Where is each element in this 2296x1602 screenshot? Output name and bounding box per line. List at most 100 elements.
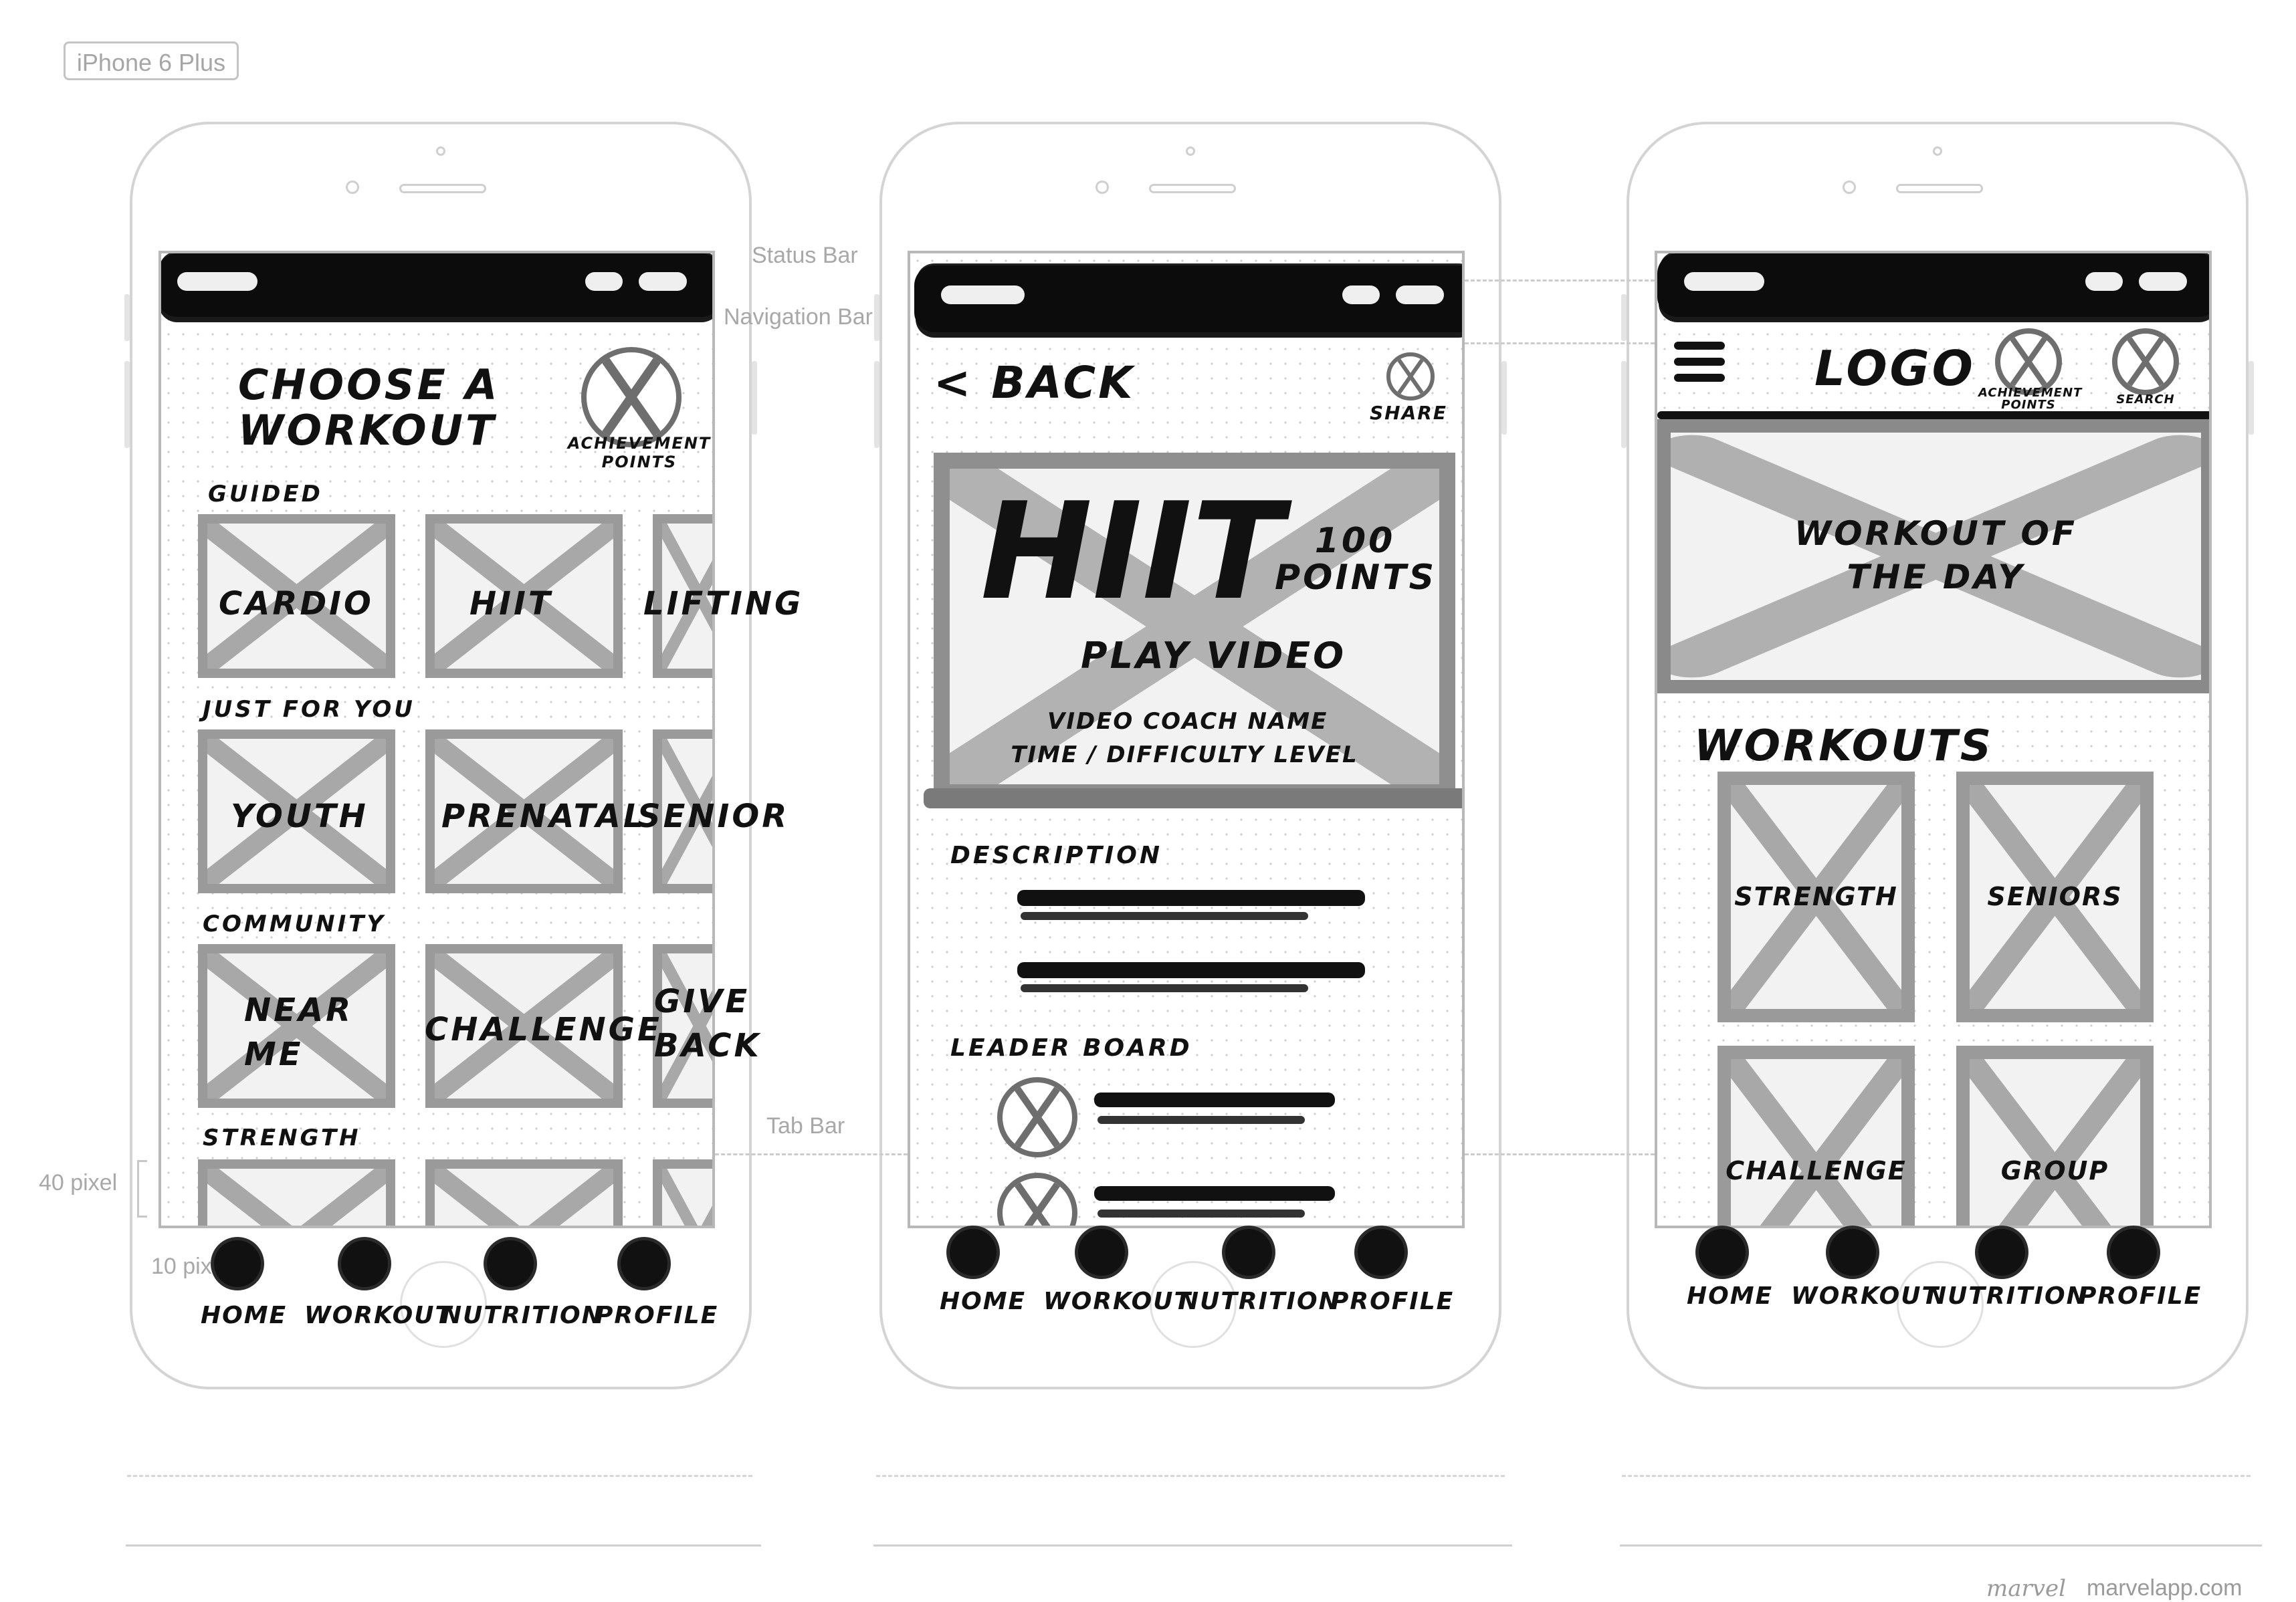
speaker <box>1149 184 1236 193</box>
tab-home[interactable]: HOME <box>201 1302 287 1329</box>
speaker <box>1896 184 1983 193</box>
navigation-bar-guide-label: Navigation Bar <box>724 304 873 330</box>
workout-tab-icon[interactable] <box>341 1240 388 1287</box>
tile-label-near-me: NEAR ME <box>244 992 354 1073</box>
leader-score-line <box>1098 1116 1305 1124</box>
profile-tab-icon[interactable] <box>1358 1229 1404 1276</box>
volume-button <box>874 361 879 448</box>
nutrition-tab-icon[interactable] <box>1978 1229 2025 1276</box>
workout-of-the-day-banner[interactable] <box>1657 419 2209 693</box>
profile-tab-icon[interactable] <box>2110 1229 2157 1276</box>
marvel-brand: marvel <box>1986 1575 2066 1602</box>
search-icon[interactable] <box>2112 328 2179 395</box>
tab-workout[interactable]: WORKOUT <box>1791 1282 1940 1310</box>
tab-bar-guide-label: Tab Bar <box>766 1113 845 1139</box>
tile-label-give-back: GIVE BACK <box>654 983 762 1064</box>
front-camera <box>346 181 359 194</box>
workout-tab-icon[interactable] <box>1829 1229 1876 1276</box>
tab-home[interactable]: HOME <box>1687 1282 1773 1310</box>
volume-button <box>874 294 879 341</box>
pixel-10-guide-label: 10 pix <box>151 1254 212 1279</box>
tab-nutrition[interactable]: NUTRITION <box>441 1302 603 1329</box>
guide-line <box>1465 1153 1655 1155</box>
workout-tile[interactable] <box>653 1159 712 1226</box>
achievement-label-line2: POINTS <box>2001 398 2056 412</box>
volume-button <box>124 294 130 341</box>
guide-line <box>1465 279 1655 281</box>
tile-label-challenge: CHALLENGE <box>425 1011 662 1048</box>
status-bar-guide-label: Status Bar <box>752 243 858 268</box>
tile-label-cardio: CARDIO <box>219 585 374 622</box>
volume-button <box>1621 361 1627 448</box>
share-icon[interactable] <box>1386 352 1435 400</box>
tab-profile[interactable]: PROFILE <box>595 1302 718 1329</box>
achievement-points-icon[interactable] <box>581 347 682 447</box>
volume-button <box>124 361 130 448</box>
description-text-line <box>1017 962 1365 978</box>
status-navigation-bar <box>1657 253 2209 317</box>
battery-indicator <box>639 272 687 291</box>
video-progress-bar[interactable] <box>924 788 1462 808</box>
leader-avatar <box>997 1077 1077 1157</box>
signal-indicator <box>941 285 1025 304</box>
tile-label-senior: SENIOR <box>637 798 790 835</box>
header-divider <box>1657 411 2209 419</box>
achievement-points-icon[interactable] <box>1995 328 2062 395</box>
app-logo: LOGO <box>1814 340 1976 396</box>
power-button <box>1501 361 1507 435</box>
back-button[interactable]: < BACK <box>934 357 1135 409</box>
volume-button <box>1621 294 1627 341</box>
video-coach-name: VIDEO COACH NAME <box>1047 708 1328 735</box>
device-label: iPhone 6 Plus <box>64 41 239 80</box>
nutrition-tab-icon[interactable] <box>1225 1229 1272 1276</box>
tile-label-seniors: SENIORS <box>1987 882 2123 911</box>
tab-workout[interactable]: WORKOUT <box>1043 1288 1192 1315</box>
workout-tile[interactable] <box>1956 1046 2154 1226</box>
tile-label-group: GROUP <box>2000 1156 2109 1185</box>
menu-icon[interactable] <box>1674 342 1725 384</box>
tile-label-youth: YOUTH <box>231 798 369 835</box>
search-label: SEARCH <box>2116 392 2175 407</box>
leaderboard-heading: LEADER BOARD <box>950 1034 1192 1062</box>
tab-profile[interactable]: PROFILE <box>1331 1288 1454 1315</box>
bottom-rule <box>873 1544 1512 1547</box>
workout-tile[interactable] <box>1717 1046 1915 1226</box>
front-camera <box>1843 181 1856 194</box>
tile-label-lifting: LIFTING <box>643 585 804 622</box>
section-heading: STRENGTH <box>203 1125 361 1151</box>
home-tab-icon[interactable] <box>214 1240 261 1287</box>
section-heading: COMMUNITY <box>203 911 387 937</box>
screen-home: LOGO ACHIEVEMENT POINTS SEARCH WORKOUT O… <box>1655 251 2212 1228</box>
description-text-line <box>1021 912 1308 920</box>
pixel-bracket <box>137 1160 147 1218</box>
tab-nutrition[interactable]: NUTRITION <box>1926 1282 2088 1310</box>
tab-nutrition[interactable]: NUTRITION <box>1178 1288 1340 1315</box>
workout-tile[interactable] <box>198 1159 395 1226</box>
tab-workout[interactable]: WORKOUT <box>304 1302 453 1329</box>
battery-indicator <box>2139 272 2187 291</box>
leader-name-line <box>1094 1186 1335 1201</box>
power-button <box>752 361 757 435</box>
tab-home[interactable]: HOME <box>940 1288 1026 1315</box>
nutrition-tab-icon[interactable] <box>487 1240 534 1287</box>
tile-label-prenatal: PRENATAL <box>441 798 647 835</box>
bottom-rule <box>1620 1544 2262 1547</box>
tab-profile[interactable]: PROFILE <box>2079 1282 2202 1310</box>
home-tab-icon[interactable] <box>950 1229 997 1276</box>
leader-name-line <box>1094 1093 1335 1107</box>
play-video-button[interactable]: PLAY VIDEO <box>1081 635 1346 677</box>
profile-tab-icon[interactable] <box>621 1240 667 1287</box>
status-navigation-bar <box>161 253 712 317</box>
achievement-label-line2: POINTS <box>601 453 677 471</box>
tile-label-strength: STRENGTH <box>1734 882 1898 911</box>
guide-line <box>715 1153 908 1155</box>
tile-label-hiit: HIIT <box>469 585 553 622</box>
workout-tile[interactable] <box>425 1159 623 1226</box>
bottom-rule <box>126 1544 761 1547</box>
screen-workout-detail: < BACK SHARE HIIT 100 POINTS PLAY VIDEO … <box>908 251 1465 1228</box>
workout-tab-icon[interactable] <box>1078 1229 1125 1276</box>
achievement-label-line1: ACHIEVEMENT <box>567 434 712 453</box>
home-tab-icon[interactable] <box>1699 1229 1746 1276</box>
wifi-indicator <box>585 272 623 291</box>
power-button <box>2249 361 2254 435</box>
